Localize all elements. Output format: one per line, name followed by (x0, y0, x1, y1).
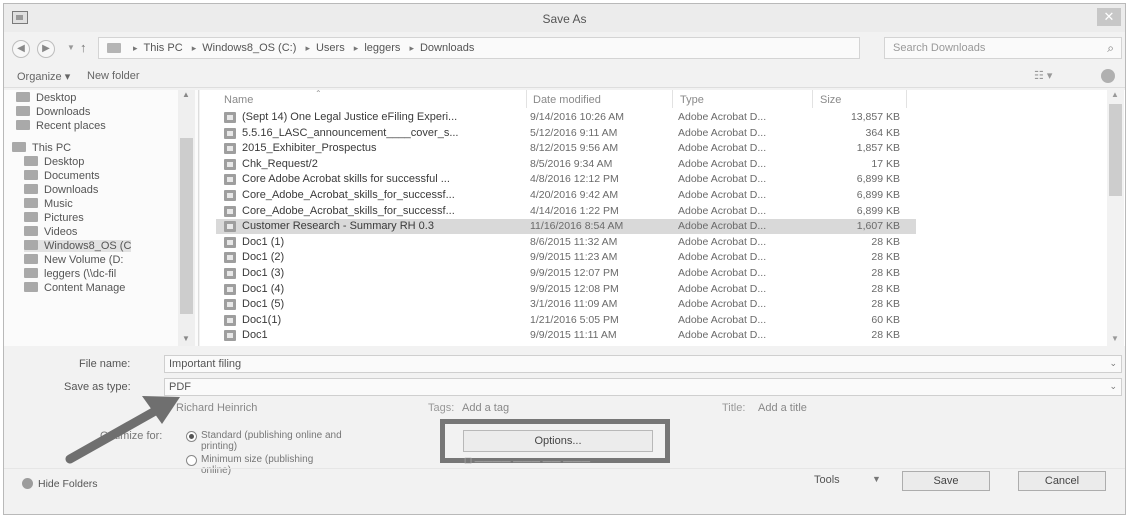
hide-folders-icon (22, 478, 33, 489)
tools-button[interactable]: Tools (814, 474, 840, 486)
chevron-down-icon[interactable]: ▼ (872, 474, 881, 484)
save-as-dialog: Save As ✕ ◀ ▶ ▼ ↑ ▸ This PC ▸ Windows8_OS … (3, 3, 1126, 515)
hide-folders-button[interactable]: Hide Folders (22, 478, 98, 490)
annotation-arrow (65, 396, 180, 464)
cancel-button[interactable]: Cancel (1018, 471, 1106, 491)
save-button[interactable]: Save (902, 471, 990, 491)
footer-divider (4, 468, 1125, 469)
